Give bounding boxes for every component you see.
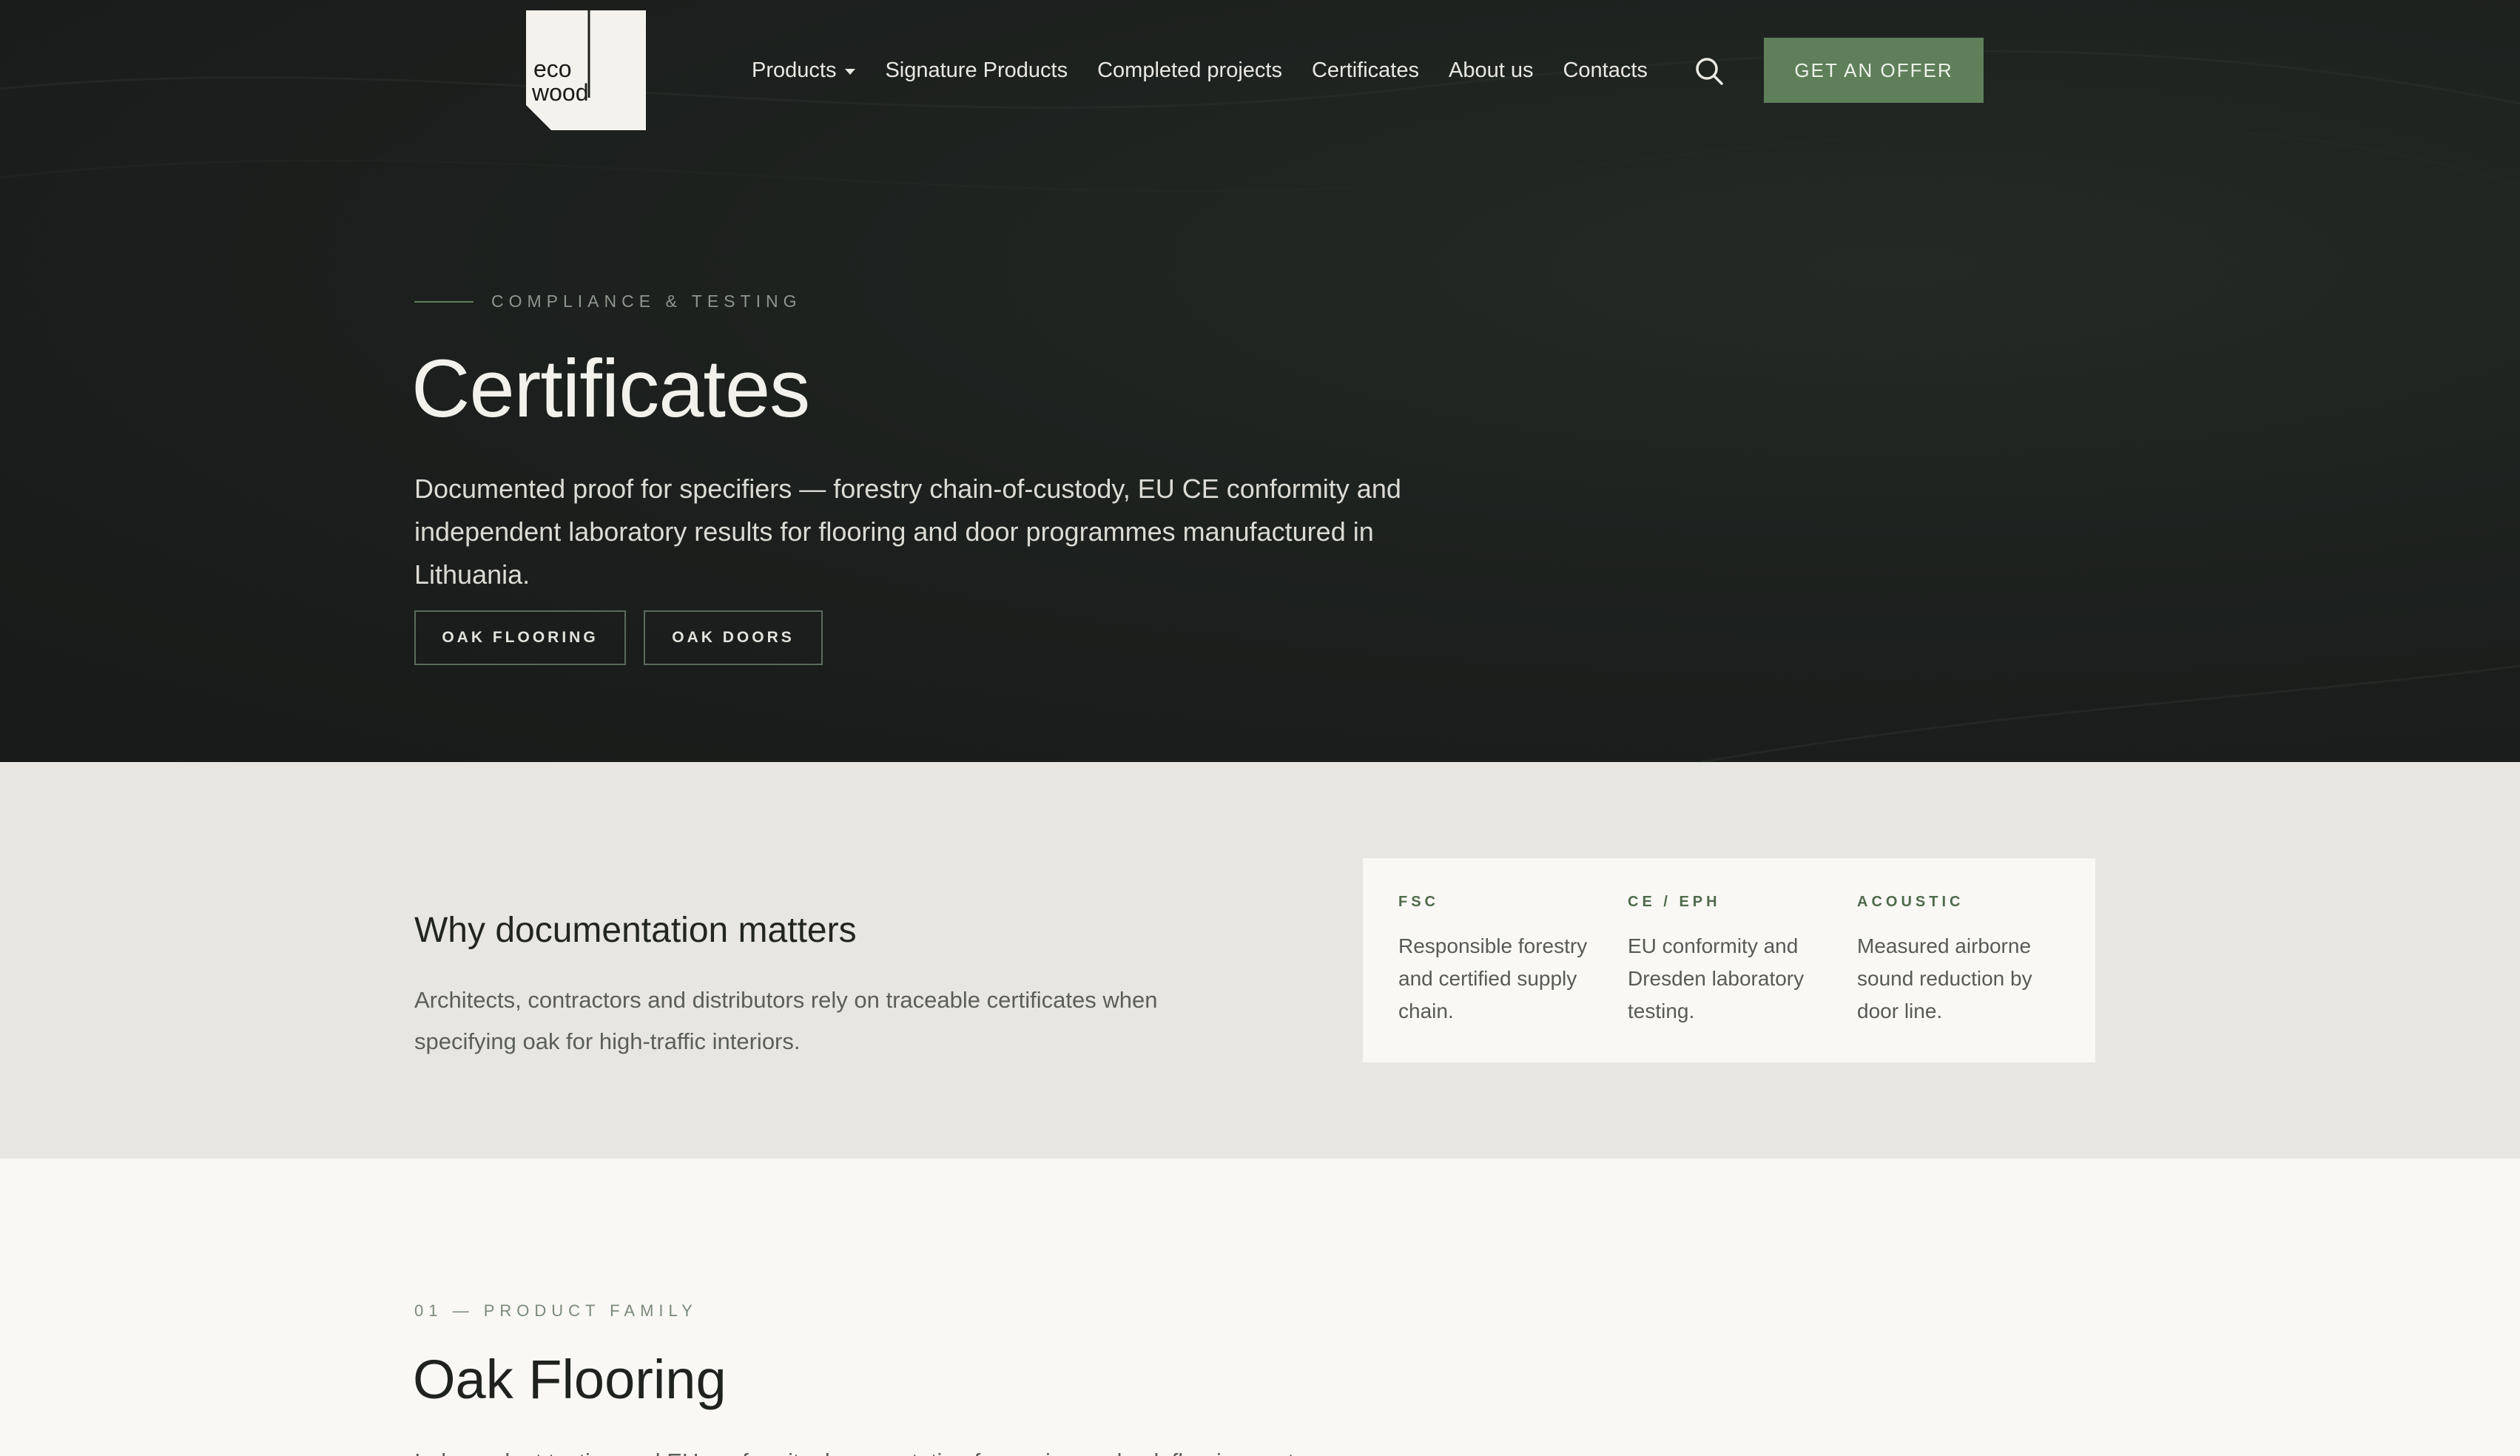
nav-item-products[interactable]: Products bbox=[752, 58, 856, 83]
card-column-ce-eph: CE / EPH EU conformity and Dresden labor… bbox=[1628, 894, 1835, 1028]
get-an-offer-button[interactable]: GET AN OFFER bbox=[1764, 38, 1984, 103]
hero-background-waves bbox=[0, 50, 2520, 762]
card-label: FSC bbox=[1398, 894, 1439, 910]
card-body: EU conformity and Dresden laboratory tes… bbox=[1628, 934, 1805, 1022]
why-documentation-section: Why documentation matters Architects, co… bbox=[0, 762, 2520, 1159]
family-eyebrow: 01 — PRODUCT FAMILY bbox=[414, 1301, 698, 1320]
ecowood-logo[interactable]: eco wood bbox=[526, 10, 646, 130]
search-icon[interactable] bbox=[1694, 56, 1724, 86]
family-description: Independent testing and EU conformity do… bbox=[414, 1441, 1450, 1456]
why-description: Architects, contractors and distributors… bbox=[414, 987, 1158, 1054]
nav-item-about-us[interactable]: About us bbox=[1449, 58, 1533, 83]
card-label: ACOUSTIC bbox=[1857, 894, 1964, 910]
family-title: Oak Flooring bbox=[413, 1349, 727, 1410]
hero-section: eco wood Products Signature Products Com… bbox=[0, 0, 2520, 762]
nav-item-label: About us bbox=[1449, 58, 1534, 82]
nav-item-label: Certificates bbox=[1311, 58, 1419, 82]
hero-description: Documented proof for specifiers — forest… bbox=[414, 473, 1401, 590]
main-nav: Products Signature Products Completed pr… bbox=[752, 55, 1677, 86]
eyebrow-text: COMPLIANCE & TESTING bbox=[491, 291, 802, 311]
card-label: CE / EPH bbox=[1628, 894, 1721, 910]
nav-item-label: Contacts bbox=[1563, 58, 1648, 82]
card-body: Measured airborne sound reduction by doo… bbox=[1857, 934, 2032, 1022]
certificate-summary-card: FSC Responsible forestry and certified s… bbox=[1363, 858, 2095, 1062]
hero-eyebrow: COMPLIANCE & TESTING bbox=[414, 291, 801, 311]
logo-text-wood: wood bbox=[531, 79, 589, 106]
nav-item-signature-products[interactable]: Signature Products bbox=[885, 58, 1068, 83]
nav-item-completed-projects[interactable]: Completed projects bbox=[1097, 58, 1282, 83]
oak-doors-button[interactable]: OAK DOORS bbox=[644, 610, 823, 665]
eyebrow-divider bbox=[414, 300, 474, 303]
card-column-fsc: FSC Responsible forestry and certified s… bbox=[1398, 894, 1606, 1028]
card-column-acoustic: ACOUSTIC Measured airborne sound reducti… bbox=[1857, 894, 2064, 1028]
nav-item-certificates[interactable]: Certificates bbox=[1312, 58, 1419, 83]
nav-item-label: Signature Products bbox=[885, 58, 1068, 82]
nav-item-label: Completed projects bbox=[1097, 58, 1282, 82]
why-title: Why documentation matters bbox=[414, 911, 857, 950]
logo-text-eco: eco bbox=[533, 55, 572, 82]
nav-item-contacts[interactable]: Contacts bbox=[1563, 58, 1647, 83]
page-title: Certificates bbox=[411, 343, 810, 434]
nav-item-label: Products bbox=[752, 58, 837, 82]
chevron-down-icon bbox=[845, 69, 856, 75]
oak-flooring-button[interactable]: OAK FLOORING bbox=[414, 610, 626, 665]
card-body: Responsible forestry and certified suppl… bbox=[1398, 934, 1588, 1022]
